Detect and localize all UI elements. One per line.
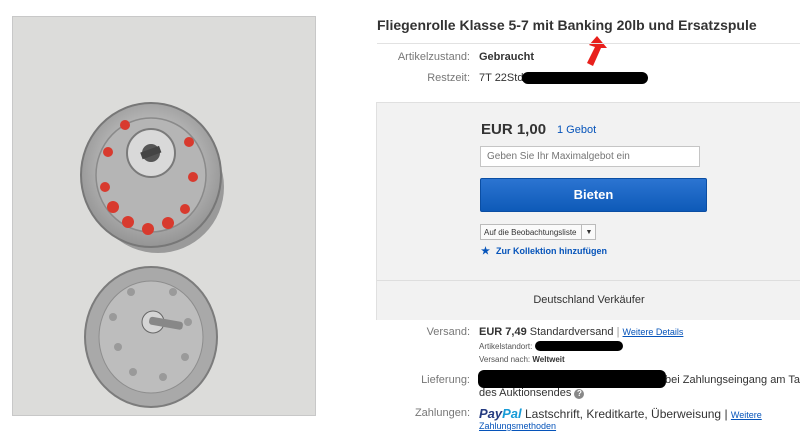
paypal-pay-text: Pay — [479, 406, 503, 421]
payment-methods: Lastschrift, Kreditkarte, Überweisung — [525, 407, 722, 421]
payment-label: Zahlungen: — [414, 407, 470, 419]
delivery-text-2: des Auktionsendes ? — [479, 387, 585, 399]
seller-location: Deutschland Verkäufer — [377, 280, 800, 320]
more-payment-link-1[interactable]: Weitere — [731, 410, 762, 420]
shipping-method: Standardversand — [529, 326, 614, 338]
chevron-down-icon[interactable]: ▼ — [586, 226, 593, 239]
watchlist-separator — [580, 225, 582, 239]
product-image[interactable] — [12, 16, 316, 416]
bid-box: EUR 1,00 1 Gebot Bieten Auf die Beobacht… — [376, 102, 800, 320]
paypal-pal-text: Pal — [502, 406, 522, 421]
payment-divider: | — [724, 407, 728, 421]
ship-to-value: Weltweit — [532, 355, 565, 364]
shipping-price: EUR 7,49 — [479, 326, 527, 338]
redacted-block — [522, 72, 648, 84]
delivery-text-2-label: des Auktionsendes — [479, 387, 572, 399]
help-icon[interactable]: ? — [574, 389, 585, 399]
max-bid-input[interactable] — [480, 146, 700, 167]
shipping-divider: | — [616, 326, 620, 338]
delivery-label: Lieferung: — [421, 374, 470, 386]
condition-label: Artikelzustand: — [397, 51, 470, 63]
shipping-label: Versand: — [426, 326, 470, 338]
watchlist-label: Auf die Beobachtungsliste — [484, 227, 577, 237]
red-arrow-annotation — [587, 36, 607, 66]
bid-count-link[interactable]: 1 Gebot — [557, 124, 596, 136]
time-left-value: 7T 22Std — [479, 72, 524, 84]
listing-title: Fliegenrolle Klasse 5-7 mit Banking 20lb… — [377, 17, 757, 33]
fly-reel-image — [80, 102, 224, 408]
redacted-block — [478, 370, 666, 388]
more-payment-link-2[interactable]: Zahlungsmethoden — [479, 421, 556, 431]
redacted-block — [535, 341, 623, 351]
condition-value: Gebraucht — [479, 51, 535, 63]
ship-to-label: Versand nach: — [479, 355, 531, 364]
title-divider — [377, 43, 800, 44]
shipping-line: EUR 7,49 Standardversand | Weitere Detai… — [479, 326, 683, 338]
delivery-text-1: bei Zahlungseingang am Tag — [665, 374, 800, 386]
paypal-logo: PayPal — [479, 406, 522, 421]
time-left-label: Restzeit: — [427, 72, 470, 84]
shipping-details-link[interactable]: Weitere Details — [623, 327, 684, 337]
star-icon: ★ — [481, 246, 490, 257]
watchlist-button[interactable]: Auf die Beobachtungsliste ▼ — [480, 224, 597, 240]
add-to-collection-link[interactable]: ★ Zur Kollektion hinzufügen — [481, 246, 607, 257]
current-price: EUR 1,00 — [481, 121, 547, 138]
item-location-label: Artikelstandort: — [479, 342, 533, 351]
payment-line: PayPal Lastschrift, Kreditkarte, Überwei… — [479, 406, 762, 421]
collection-label: Zur Kollektion hinzufügen — [495, 246, 607, 256]
place-bid-button[interactable]: Bieten — [480, 178, 707, 212]
ship-to: Versand nach: Weltweit — [479, 355, 565, 364]
